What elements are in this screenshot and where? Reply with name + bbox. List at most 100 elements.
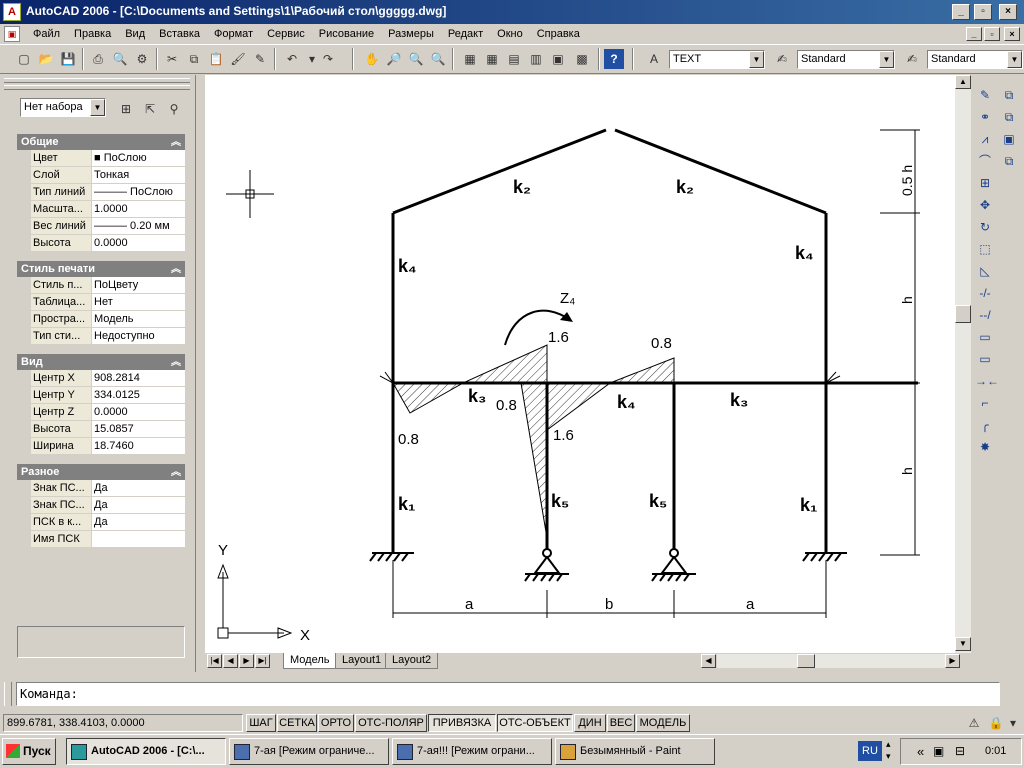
prop-row[interactable]: Высота 15.0857 (17, 421, 185, 438)
snap-toggle[interactable]: ШАГ (246, 714, 276, 732)
trim-icon[interactable]: -/- (975, 283, 995, 303)
menu-file[interactable]: Файл (26, 27, 67, 41)
hscroll-left-icon[interactable]: ◀ (701, 654, 716, 668)
print-preview-icon[interactable]: 🔍 (110, 49, 130, 69)
above-object-icon[interactable]: ⧉ (999, 151, 1019, 171)
hscroll-thumb[interactable] (797, 654, 815, 668)
usb-device-icon[interactable]: ⊟ (955, 744, 965, 758)
grid-toggle[interactable]: СЕТКА (277, 714, 317, 732)
prop-row[interactable]: Слой Тонкая (17, 167, 185, 184)
tab-next-icon[interactable]: ▶ (239, 654, 254, 668)
command-input[interactable]: Команда: (16, 682, 1000, 706)
markup-icon[interactable]: ▣ (548, 49, 568, 69)
menu-tools[interactable]: Сервис (260, 27, 312, 41)
break-at-point-icon[interactable]: ▭ (975, 327, 995, 347)
chamfer-icon[interactable]: ⌐ (975, 393, 995, 413)
explode-icon[interactable]: ✸ (975, 437, 995, 457)
menu-help[interactable]: Справка (530, 27, 587, 41)
task-doc-7b[interactable]: 7-ая!!! [Режим ограни... (392, 738, 552, 765)
osnap-toggle[interactable]: ПРИВЯЗКА (428, 714, 496, 732)
prop-row[interactable]: Таблица... Нет (17, 294, 185, 311)
array-icon[interactable]: ⊞ (975, 173, 995, 193)
calculator-icon[interactable]: ▩ (572, 49, 592, 69)
collapse-icon[interactable]: ︽ (171, 465, 181, 481)
chevron-down-icon[interactable]: ▼ (879, 51, 894, 68)
tab-layout1[interactable]: Layout1 (335, 653, 389, 669)
prop-row[interactable]: Масшта... 1.0000 (17, 201, 185, 218)
minimize-button[interactable]: _ (952, 4, 970, 20)
zoom-previous-icon[interactable]: 🔍 (428, 49, 448, 69)
tab-layout2[interactable]: Layout2 (385, 653, 439, 669)
prop-row[interactable]: Центр Z 0.0000 (17, 404, 185, 421)
menu-dimension[interactable]: Размеры (381, 27, 441, 41)
menu-window[interactable]: Окно (490, 27, 530, 41)
menu-view[interactable]: Вид (118, 27, 152, 41)
properties-icon[interactable]: ▦ (460, 49, 480, 69)
sheet-set-icon[interactable]: ▥ (526, 49, 546, 69)
language-indicator[interactable]: RU (858, 741, 882, 761)
print-icon[interactable]: ⎙ (88, 49, 108, 69)
prop-row[interactable]: Цвет ■ ПоСлою (17, 150, 185, 167)
hscroll-right-icon[interactable]: ▶ (945, 654, 960, 668)
break-icon[interactable]: ▭ (975, 349, 995, 369)
close-button[interactable]: × (999, 4, 1017, 20)
tool-palettes-icon[interactable]: ▤ (504, 49, 524, 69)
tab-prev-icon[interactable]: ◀ (223, 654, 238, 668)
cut-icon[interactable]: ✂ (162, 49, 182, 69)
join-icon[interactable]: →← (975, 371, 999, 391)
tray-scroll-icon[interactable]: ▴ ▾ (886, 738, 898, 762)
clock[interactable]: 0:01 (985, 745, 1006, 757)
autocad-app-icon[interactable]: A (3, 3, 21, 21)
rotate-icon[interactable]: ↻ (975, 217, 995, 237)
collapse-icon[interactable]: ︽ (171, 355, 181, 371)
maximize-button[interactable]: ▫ (974, 4, 992, 20)
prop-row[interactable]: ПСК в к... Да (17, 514, 185, 531)
doc-minimize-button[interactable]: _ (966, 27, 982, 41)
menu-draw[interactable]: Рисование (312, 27, 381, 41)
tab-last-icon[interactable]: ▶| (255, 654, 270, 668)
prop-row[interactable]: Тип линий ——— ПоСлою (17, 184, 185, 201)
mirror-icon[interactable]: ⩘ (975, 129, 995, 149)
quick-select-icon[interactable]: ⚲ (164, 99, 184, 119)
prop-row[interactable]: Высота 0.0000 (17, 235, 185, 252)
vertical-scrollbar[interactable]: ▲ ▼ (955, 75, 971, 653)
polar-toggle[interactable]: ОТС-ПОЛЯР (355, 714, 427, 732)
prop-row[interactable]: Простра... Модель (17, 311, 185, 328)
extend-icon[interactable]: --/ (975, 305, 995, 325)
lwt-toggle[interactable]: ВЕС (607, 714, 635, 732)
document-icon[interactable]: ▣ (4, 26, 20, 42)
dyn-toggle[interactable]: ДИН (574, 714, 606, 732)
scroll-up-icon[interactable]: ▲ (955, 75, 971, 89)
task-autocad[interactable]: AutoCAD 2006 - [C:\... (66, 738, 226, 765)
doc-restore-button[interactable]: ▫ (984, 27, 1000, 41)
move-icon[interactable]: ✥ (975, 195, 995, 215)
drawing-area[interactable]: k₂ k₂ k₄ k₄ k₃ k₄ k₃ k₁ k₅ k₅ k₁ Z₄ 1.6 … (205, 75, 958, 653)
section-view[interactable]: Вид ︽ (17, 354, 185, 370)
draw-order-icon[interactable]: ⧉ (999, 85, 1019, 105)
tab-model[interactable]: Модель (283, 653, 337, 669)
chevron-down-icon[interactable]: ▼ (749, 51, 764, 68)
menu-edit[interactable]: Правка (67, 27, 118, 41)
prop-row[interactable]: Стиль п... ПоЦвету (17, 277, 185, 294)
menu-insert[interactable]: Вставка (152, 27, 207, 41)
copy-object-icon[interactable]: ⚭ (975, 107, 995, 127)
paste-icon[interactable]: 📋 (206, 49, 226, 69)
otrack-toggle[interactable]: ОТС-ОБЪЕКТ (497, 714, 573, 732)
task-doc-7[interactable]: 7-ая [Режим ограниче... (229, 738, 389, 765)
section-plot-style[interactable]: Стиль печати ︽ (17, 261, 185, 277)
collapse-icon[interactable]: ︽ (171, 262, 181, 278)
task-paint[interactable]: Безымянный - Paint (555, 738, 715, 765)
horizontal-scrollbar[interactable] (717, 654, 945, 668)
prop-row[interactable]: Имя ПСК (17, 531, 185, 548)
publish-icon[interactable]: ⚙ (132, 49, 152, 69)
dim-style-icon[interactable]: ✍ (772, 49, 792, 69)
chevron-down-icon[interactable]: ▼ (90, 99, 105, 116)
prop-row[interactable]: Центр Y 334.0125 (17, 387, 185, 404)
model-toggle[interactable]: МОДЕЛЬ (636, 714, 690, 732)
prop-row[interactable]: Знак ПС... Да (17, 497, 185, 514)
section-general[interactable]: Общие ︽ (17, 134, 185, 150)
help-icon[interactable]: ? (604, 49, 624, 69)
select-objects-icon[interactable]: ⇱ (140, 99, 160, 119)
scale-icon[interactable]: ⬚ (975, 239, 995, 259)
undo-icon[interactable]: ↶ (282, 49, 302, 69)
